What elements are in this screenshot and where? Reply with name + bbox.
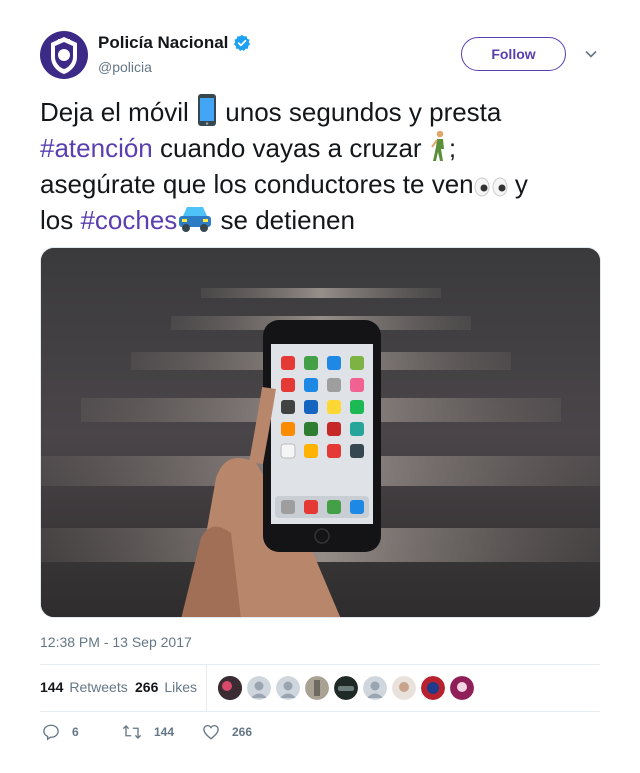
tweet-text-part: ; xyxy=(448,133,457,163)
like-count: 266 xyxy=(232,725,253,739)
reply-icon xyxy=(43,724,59,741)
tweet-header: Policía Nacional @policia Follow xyxy=(40,30,600,82)
retweet-icon xyxy=(122,725,142,739)
tweet-text: Deja el móvil unos segundos y presta #at… xyxy=(40,94,600,238)
stats-separator xyxy=(206,665,207,711)
tweet-text-part: Deja el móvil xyxy=(40,97,189,127)
user-handle[interactable]: @policia xyxy=(98,59,251,75)
tweet-text-part: y xyxy=(507,169,528,199)
car-icon xyxy=(179,207,212,232)
eyes-icon xyxy=(474,177,508,197)
tweet-text-part: los xyxy=(40,205,81,235)
display-name[interactable]: Policía Nacional xyxy=(98,33,228,53)
liker-avatar[interactable] xyxy=(305,676,329,700)
liker-avatar[interactable] xyxy=(276,676,300,700)
retweets-stat[interactable]: 144 Retweets xyxy=(40,679,128,695)
tweet-photo[interactable] xyxy=(40,247,601,618)
liker-avatar[interactable] xyxy=(363,676,387,700)
heart-icon xyxy=(203,724,219,740)
reply-count: 6 xyxy=(72,725,79,739)
tweet-text-part: asegúrate que los conductores te ven xyxy=(40,169,474,199)
police-badge-icon xyxy=(51,37,77,74)
verified-badge-icon xyxy=(234,34,251,52)
liker-avatar[interactable] xyxy=(334,676,358,700)
like-button[interactable]: 266 xyxy=(202,723,252,741)
display-name-row[interactable]: Policía Nacional xyxy=(98,33,251,53)
liker-avatar[interactable] xyxy=(218,676,242,700)
tweet-timestamp[interactable]: 12:38 PM - 13 Sep 2017 xyxy=(40,634,192,650)
tweet-text-part: cuando vayas a cruzar xyxy=(152,133,422,163)
retweet-button[interactable]: 144 xyxy=(122,723,174,741)
liker-avatars xyxy=(218,676,474,700)
hashtag-coches-link[interactable]: #coches xyxy=(80,205,177,235)
avatar[interactable] xyxy=(40,31,88,79)
follow-button[interactable]: Follow xyxy=(461,37,566,71)
chevron-down-icon[interactable] xyxy=(584,47,598,61)
pedestrian-icon xyxy=(430,130,444,161)
tweet-stats: 144 Retweets 266 Likes xyxy=(40,665,600,711)
likes-label: Likes xyxy=(164,679,198,695)
liker-avatar[interactable] xyxy=(450,676,474,700)
tweet-actions: 6 144 266 xyxy=(40,720,600,748)
retweets-count: 144 xyxy=(40,679,64,695)
mobile-phone-icon xyxy=(198,94,217,126)
liker-avatar[interactable] xyxy=(392,676,416,700)
tweet-text-part: unos segundos y presta xyxy=(225,97,502,127)
reply-button[interactable]: 6 xyxy=(42,723,79,741)
likes-count: 266 xyxy=(135,679,159,695)
phone-at-crosswalk-photo xyxy=(41,248,600,617)
liker-avatar[interactable] xyxy=(421,676,445,700)
divider xyxy=(40,711,600,712)
likes-stat[interactable]: 266 Likes xyxy=(135,679,197,695)
user-names: Policía Nacional @policia xyxy=(98,33,251,75)
liker-avatar[interactable] xyxy=(247,676,271,700)
hashtag-atencion-link[interactable]: #atención xyxy=(40,133,153,163)
tweet-text-part: se detienen xyxy=(213,205,355,235)
retweets-label: Retweets xyxy=(69,679,128,695)
retweet-count: 144 xyxy=(154,725,175,739)
